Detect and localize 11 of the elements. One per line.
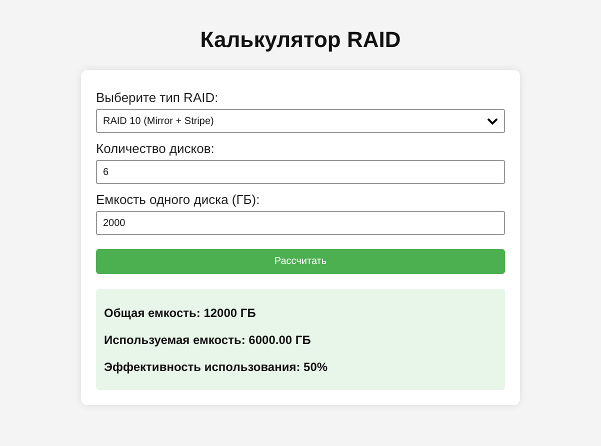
field-label: Количество дисков: xyxy=(96,140,214,157)
page-title: Калькулятор RAID xyxy=(200,26,401,54)
raid-type-dropdown[interactable]: RAID 10 (Mirror + Stripe) xyxy=(96,109,505,133)
result-text: Эффективность использования: 50% xyxy=(104,360,329,375)
field-label: Емкость одного диска (ГБ): xyxy=(96,191,260,208)
chevron-down-icon xyxy=(487,118,498,124)
field-label: Выберите тип RAID: xyxy=(96,89,218,106)
input-field[interactable]: 6 xyxy=(96,160,505,184)
result-text: Общая емкость: 12000 ГБ xyxy=(104,306,257,321)
result-text: Используемая емкость: 6000.00 ГБ xyxy=(104,333,312,348)
input-field[interactable]: 2000 xyxy=(96,211,505,235)
